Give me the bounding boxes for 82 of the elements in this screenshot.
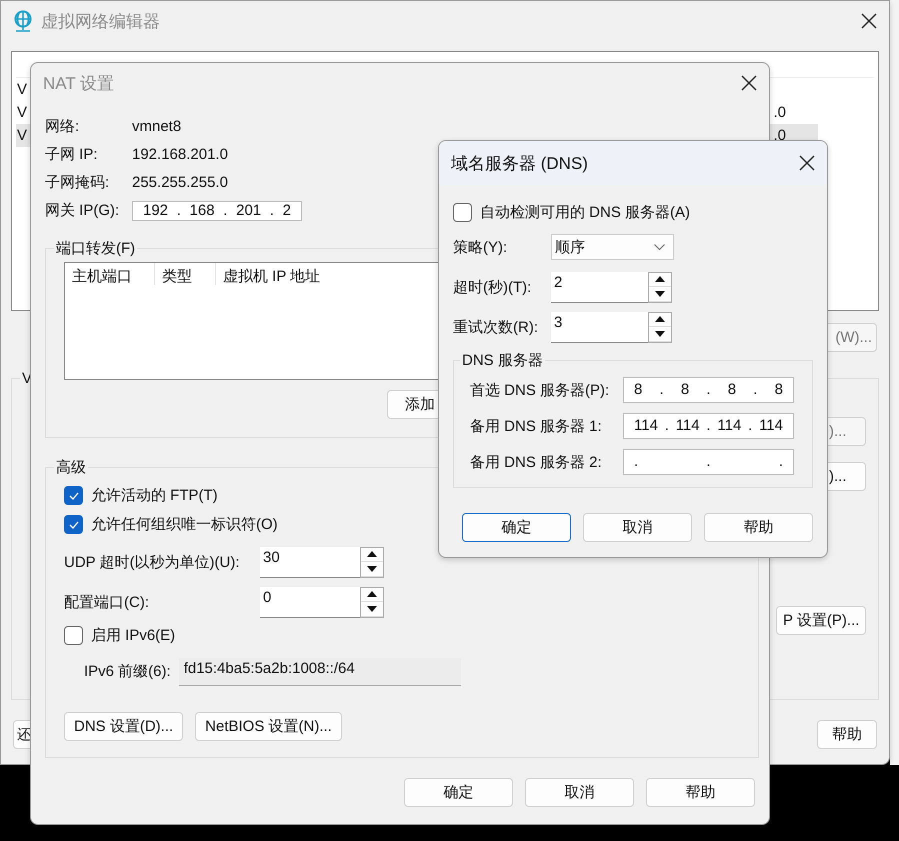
- checkbox-label: 允许任何组织唯一标识符(O): [91, 515, 278, 534]
- close-icon: [799, 155, 815, 171]
- close-button[interactable]: [799, 155, 815, 171]
- checkmark-icon: [68, 492, 78, 500]
- field-label: 网络:: [45, 117, 80, 137]
- table-cell: V: [17, 104, 28, 121]
- table-cell-text: .0: [773, 127, 787, 144]
- field-label: 配置端口(C):: [64, 592, 150, 612]
- window-title: 虚拟网络编辑器: [41, 10, 161, 32]
- field-label: 超时(秒)(T):: [453, 278, 532, 296]
- field-label: 网关 IP(G):: [45, 201, 120, 221]
- group-title: 端口转发(F): [55, 239, 136, 258]
- close-icon: [741, 75, 757, 91]
- column-header[interactable]: 虚拟机 IP 地址: [216, 263, 416, 285]
- table-cell-text: .0: [773, 104, 787, 121]
- field-value: 192.168.201.0: [132, 145, 228, 165]
- spin-down-button[interactable]: [649, 327, 671, 342]
- field-label: 策略(Y):: [453, 238, 508, 256]
- dialog-button[interactable]: 帮助: [646, 778, 755, 807]
- window-title: 域名服务器 (DNS): [451, 152, 589, 174]
- input-field[interactable]: 3: [551, 312, 648, 342]
- checkbox[interactable]: [64, 626, 83, 645]
- column-header[interactable]: 类型: [155, 263, 216, 285]
- settings-button[interactable]: P 设置(P)...: [776, 606, 866, 635]
- field-label: 重试次数(R):: [453, 318, 539, 336]
- spin-up-button[interactable]: [649, 272, 671, 287]
- ip-field[interactable]: 8 . 8 . 8 . 8: [623, 377, 794, 403]
- input-field[interactable]: 0: [260, 586, 360, 618]
- up-triangle-icon: [655, 276, 665, 282]
- down-triangle-icon: [655, 290, 665, 297]
- column-header[interactable]: 主机端口: [65, 263, 155, 285]
- field-label: IPv6 前缀(6):: [84, 662, 171, 681]
- group-title: DNS 服务器: [461, 351, 544, 370]
- dropdown[interactable]: 顺序: [551, 234, 674, 260]
- dialog-button[interactable]: 确定: [462, 513, 571, 542]
- close-button[interactable]: [861, 13, 877, 29]
- dialog-button[interactable]: 取消: [583, 513, 692, 542]
- chevron-down-icon: [654, 244, 665, 250]
- checkbox-label: 允许活动的 FTP(T): [91, 486, 218, 505]
- close-button[interactable]: [741, 75, 757, 91]
- checkbox-label: 自动检测可用的 DNS 服务器(A): [480, 202, 690, 222]
- field-label: UDP 超时(以秒为单位)(U):: [64, 552, 241, 572]
- settings-button[interactable]: NetBIOS 设置(N)...: [195, 712, 342, 741]
- close-icon: [861, 13, 877, 29]
- field-label: 子网 IP:: [45, 145, 98, 165]
- globe-icon: [13, 10, 33, 32]
- checkmark-icon: [68, 520, 78, 528]
- window-title: NAT 设置: [43, 72, 116, 94]
- field-value: vmnet8: [132, 117, 182, 137]
- spin-down-button[interactable]: [361, 562, 383, 576]
- ip-field[interactable]: 114 . 114 . 114 . 114: [623, 413, 794, 439]
- spin-up-button[interactable]: [361, 548, 383, 562]
- field-value: 255.255.255.0: [132, 173, 228, 193]
- checkbox-label: 启用 IPv6(E): [91, 626, 176, 645]
- settings-button[interactable]: DNS 设置(D)...: [64, 712, 184, 741]
- down-triangle-icon: [655, 330, 665, 337]
- input-field[interactable]: 30: [260, 546, 360, 578]
- footer-button[interactable]: 帮助: [817, 720, 877, 749]
- down-triangle-icon: [367, 566, 377, 572]
- input-field[interactable]: fd15:4ba5:5a2b:1008::/64: [178, 658, 461, 686]
- dialog-button[interactable]: 取消: [525, 778, 634, 807]
- dialog-button[interactable]: 确定: [404, 778, 513, 807]
- ip-field[interactable]: 192 . 168 . 201 . 2: [132, 201, 302, 221]
- field-label: 子网掩码:: [45, 173, 110, 193]
- dialog-button[interactable]: 帮助: [704, 513, 813, 542]
- down-triangle-icon: [367, 606, 377, 612]
- group-title: 高级: [55, 458, 87, 477]
- checkbox[interactable]: [64, 486, 83, 505]
- spin-down-button[interactable]: [649, 287, 671, 302]
- spin-up-button[interactable]: [649, 312, 671, 327]
- spin-down-button[interactable]: [361, 602, 383, 616]
- checkbox[interactable]: [453, 202, 472, 222]
- up-triangle-icon: [367, 551, 377, 558]
- up-triangle-icon: [655, 316, 665, 322]
- up-triangle-icon: [367, 591, 377, 598]
- spin-up-button[interactable]: [361, 588, 383, 602]
- checkbox[interactable]: [64, 515, 83, 534]
- field-label: 备用 DNS 服务器 1:: [470, 416, 602, 436]
- ip-field[interactable]: . . .: [623, 449, 794, 475]
- table-cell: V: [17, 127, 28, 144]
- input-field[interactable]: 2: [551, 272, 648, 302]
- field-label: 备用 DNS 服务器 2:: [470, 452, 602, 472]
